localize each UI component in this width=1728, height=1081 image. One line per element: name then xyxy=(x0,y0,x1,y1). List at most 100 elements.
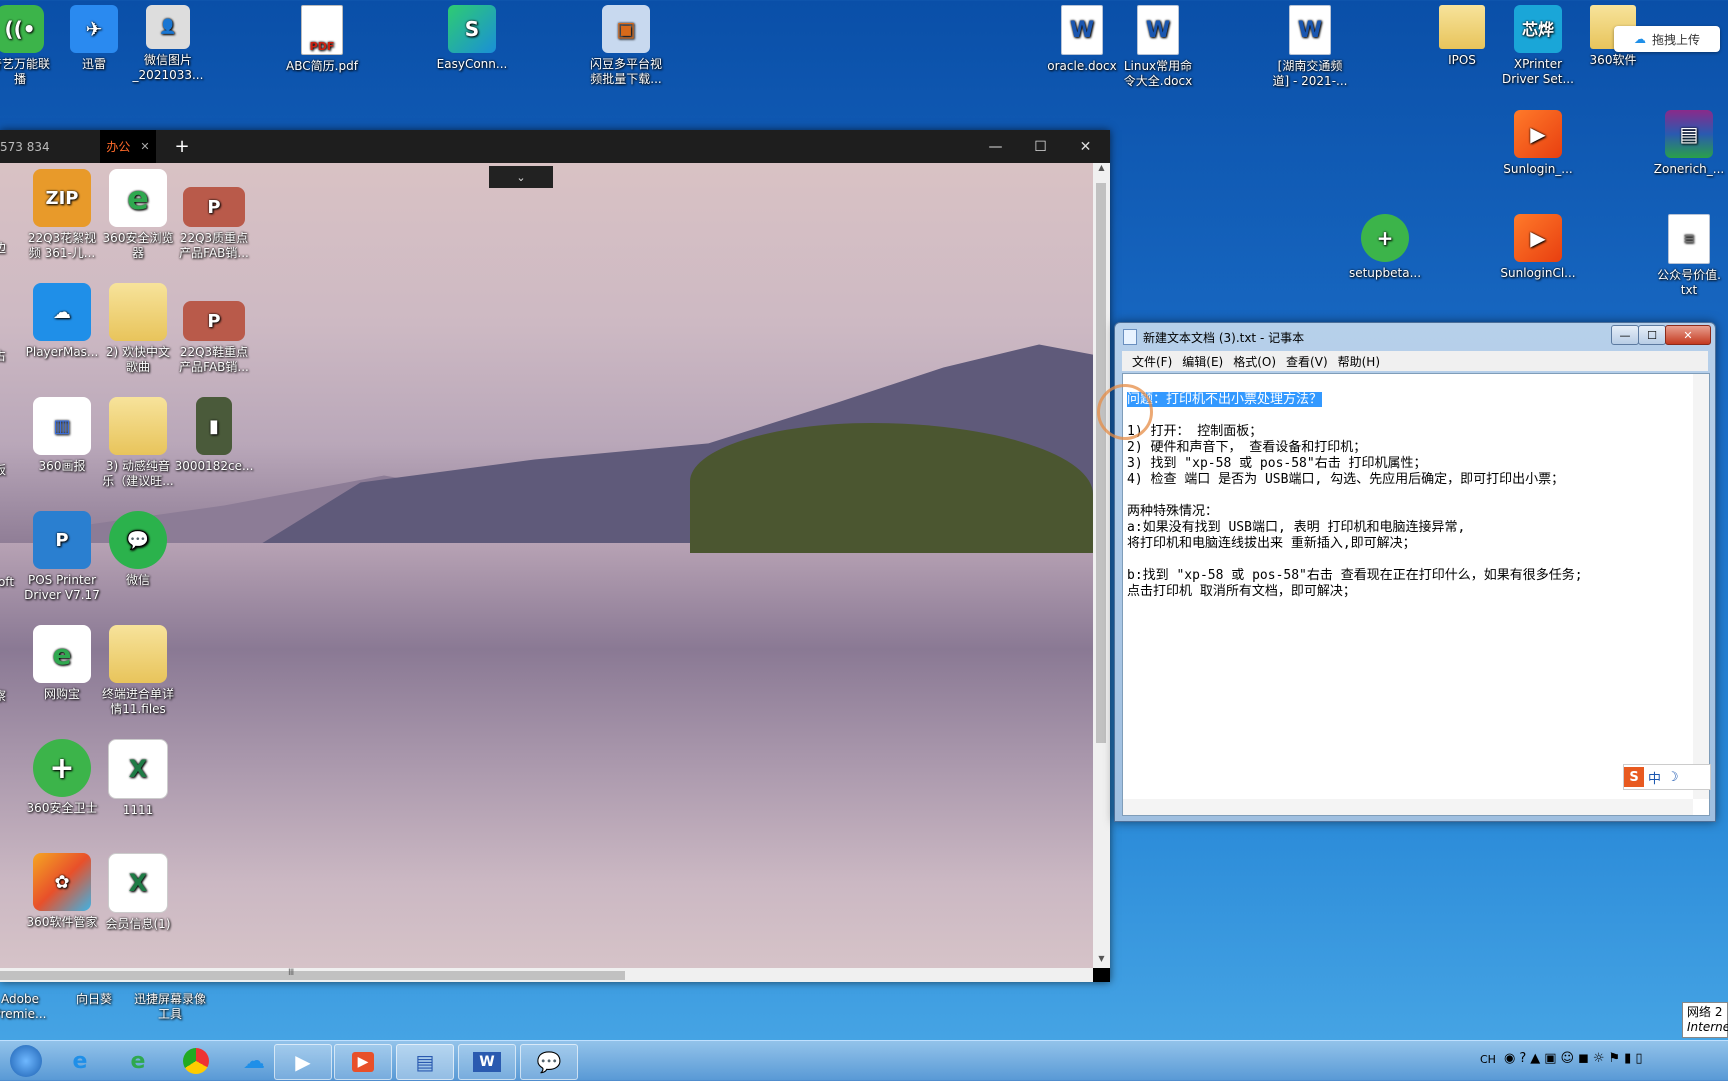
remote-icon-label: 终端进合单详 情11.files xyxy=(101,687,174,716)
close-button[interactable]: ✕ xyxy=(1063,130,1108,163)
shield-plus-icon: + xyxy=(33,739,91,797)
desktop-icon-hunan-docx[interactable]: W [湖南交通频 道] - 2021-... xyxy=(1268,5,1352,89)
news-icon: ▥ xyxy=(33,397,91,455)
remote-icon-360huabao[interactable]: ▥ 360画报 xyxy=(22,397,102,474)
taskbar-video[interactable]: ▶ xyxy=(274,1044,332,1080)
tab-office[interactable]: 办公 ✕ xyxy=(100,130,156,163)
minimize-button[interactable]: — xyxy=(1611,325,1639,345)
remote-icon-360safe[interactable]: + 360安全卫士 xyxy=(22,739,102,816)
menu-format[interactable]: 格式(O) xyxy=(1233,353,1276,370)
notepad-window[interactable]: 新建文本文档 (3).txt - 记事本 — ☐ ✕ 文件(F) 编辑(E) 格… xyxy=(1097,322,1716,822)
desktop-icon-sunlogin[interactable]: ▶ Sunlogin_... xyxy=(1496,110,1580,177)
winrar-icon: ▤ xyxy=(1665,110,1713,158)
upload-button[interactable]: ☁ 拖拽上传 xyxy=(1614,26,1720,52)
scroll-up-arrow[interactable]: ▲ xyxy=(1093,163,1110,177)
desktop-icon-label: Zonerich_... xyxy=(1653,162,1725,176)
desktop-icon-oracle-docx[interactable]: W oracle.docx xyxy=(1040,5,1124,74)
horizontal-scrollbar[interactable]: Ⅲ xyxy=(0,968,1093,982)
remote-icon-label: 360画报 xyxy=(38,459,86,473)
remote-icon-pos-printer[interactable]: P POS Printer Driver V7.17 xyxy=(22,511,102,603)
ie-icon: e xyxy=(109,169,167,227)
maximize-button[interactable]: ☐ xyxy=(1638,325,1666,345)
remote-icon-folder-files[interactable]: 终端进合单详 情11.files xyxy=(98,625,178,717)
remote-icon-folder-music[interactable]: 3) 动感纯音 乐（建议旺... xyxy=(98,397,178,489)
scroll-down-arrow[interactable]: ▼ xyxy=(1093,954,1110,968)
menu-edit[interactable]: 编辑(E) xyxy=(1182,353,1223,370)
menu-view[interactable]: 查看(V) xyxy=(1286,353,1328,370)
text-editor[interactable]: 问题：打印机不出小票处理方法？ 1) 打开： 控制面板； 2) 硬件和声音下， … xyxy=(1097,373,1711,816)
toolbar-dropdown-button[interactable]: ⌄ xyxy=(489,166,553,188)
remote-icon-excel-member[interactable]: X 会员信息(1) xyxy=(98,853,178,932)
excel-icon: X xyxy=(108,739,168,799)
remote-icon-wechat[interactable]: 💬 微信 xyxy=(98,511,178,588)
desktop-icon-sunlogincl[interactable]: ▶ SunloginCl... xyxy=(1496,214,1580,281)
remote-icon-excel-1111[interactable]: X 1111 xyxy=(98,739,178,818)
maximize-button[interactable]: ☐ xyxy=(1018,130,1063,163)
remote-icon-playermaster[interactable]: ☁ PlayerMas... xyxy=(22,283,102,360)
desktop-icon-ipos[interactable]: IPOS xyxy=(1420,5,1504,68)
remote-icon-label: 360安全浏览 器 xyxy=(102,231,174,260)
desktop-icon-txt[interactable]: ≡ 公众号价值. txt xyxy=(1647,214,1728,298)
taskbar-word[interactable]: W xyxy=(458,1044,516,1080)
menu-help[interactable]: 帮助(H) xyxy=(1338,353,1380,370)
remote-icon-label: 360软件管家 xyxy=(26,915,98,929)
remote-icon-ppt-fab1[interactable]: P 22Q3质重点 产品FAB销... xyxy=(174,169,254,261)
remote-icon-wanggoubao[interactable]: e 网购宝 xyxy=(22,625,102,702)
desktop-icon-linux-docx[interactable]: W Linux常用命 令大全.docx xyxy=(1116,5,1200,89)
desktop-icon-wechat-image[interactable]: 👤 微信图片 _2021033... xyxy=(126,5,210,83)
desktop-icon-shandou[interactable]: ▣ 闪豆多平台视 频批量下载... xyxy=(584,5,668,87)
minimize-button[interactable]: — xyxy=(973,130,1018,163)
desktop-icon-screen-recorder[interactable]: 迅捷屏幕录像 工具 xyxy=(128,992,212,1022)
desktop-icon-xprinter[interactable]: 芯烨 XPrinter Driver Set... xyxy=(1496,5,1580,87)
remote-desktop-view[interactable]: 边 占 板 oft 察 ZIP 22Q3花絮视 频 361-儿... ☁ Pla… xyxy=(0,163,1093,968)
desktop-icon-label: ABC简历.pdf xyxy=(286,59,358,73)
vertical-scrollbar[interactable]: ▲ ▼ xyxy=(1093,163,1110,968)
desktop-icon-xunlei[interactable]: ✈ 迅雷 xyxy=(52,5,136,72)
taskbar-chrome[interactable] xyxy=(168,1044,224,1078)
remote-icon-image-3000182[interactable]: ▮ 3000182ce... xyxy=(174,397,254,474)
remote-icon-zip[interactable]: ZIP 22Q3花絮视 频 361-儿... xyxy=(22,169,102,261)
desktop-icon-xiangrikui[interactable]: 向日葵 xyxy=(52,992,136,1007)
close-icon[interactable]: ✕ xyxy=(140,140,149,153)
vertical-scrollbar[interactable] xyxy=(1693,374,1709,799)
image-icon: ▮ xyxy=(196,397,232,455)
desktop-icon-setupbeta[interactable]: + setupbeta... xyxy=(1343,214,1427,281)
excel-icon: X xyxy=(108,853,168,913)
desktop-icon-label: [湖南交通频 道] - 2021-... xyxy=(1272,59,1348,88)
remote-icon-label: POS Printer Driver V7.17 xyxy=(24,573,100,602)
menu-file[interactable]: 文件(F) xyxy=(1132,353,1172,370)
moon-icon: ☽ xyxy=(1667,769,1679,785)
desktop-icon-zonerich[interactable]: ▤ Zonerich_... xyxy=(1647,110,1728,177)
windows-logo-icon xyxy=(10,1045,42,1077)
start-button[interactable] xyxy=(4,1044,48,1078)
remote-icon-label: 网购宝 xyxy=(43,687,80,701)
network-tooltip-sub: Interne xyxy=(1687,1020,1728,1034)
taskbar-wechat[interactable]: 💬 xyxy=(520,1044,578,1080)
folder-icon xyxy=(109,283,167,341)
remote-icon-label: 22Q3鞋重点 产品FAB销... xyxy=(179,345,249,374)
horizontal-scrollbar[interactable] xyxy=(1123,799,1693,815)
language-indicator[interactable]: CH xyxy=(1480,1053,1496,1066)
close-button[interactable]: ✕ xyxy=(1665,325,1711,345)
taskbar-ie[interactable]: e xyxy=(52,1044,108,1078)
remote-desktop-window[interactable]: 573 834 办公 ✕ + — ☐ ✕ 边 占 板 oft 察 ZIP 22Q… xyxy=(0,130,1110,982)
tab-connection[interactable]: 573 834 xyxy=(0,130,100,163)
word-doc-icon: W xyxy=(1061,5,1103,55)
remote-icon-ppt-fab2[interactable]: P 22Q3鞋重点 产品FAB销... xyxy=(174,283,254,375)
taskbar-sunlogin[interactable]: ▶ xyxy=(334,1044,392,1080)
desktop-icon-abc-pdf[interactable]: PDF ABC简历.pdf xyxy=(280,5,364,74)
taskbar-360browser[interactable]: e xyxy=(110,1044,166,1078)
scroll-thumb[interactable] xyxy=(0,971,625,980)
remote-icon-360browser[interactable]: e 360安全浏览 器 xyxy=(98,169,178,261)
remote-icon-label: 会员信息(1) xyxy=(105,917,171,931)
desktop-icon-easyconnect[interactable]: S EasyConn... xyxy=(430,5,514,72)
taskbar-notepad[interactable]: ▤ xyxy=(396,1044,454,1080)
scroll-thumb[interactable] xyxy=(1096,183,1106,743)
ime-toolbar[interactable]: S 中 ☽ xyxy=(1623,764,1711,790)
new-tab-button[interactable]: + xyxy=(170,130,194,163)
apps-icon: ✿ xyxy=(33,853,91,911)
remote-icon-folder-songs[interactable]: 2) 欢快中文 歌曲 xyxy=(98,283,178,375)
tray-icons[interactable]: ◉?▲▣☺◼☼⚑▮▯ xyxy=(1504,1051,1646,1066)
folder-icon xyxy=(109,625,167,683)
remote-icon-360softmgr[interactable]: ✿ 360软件管家 xyxy=(22,853,102,930)
